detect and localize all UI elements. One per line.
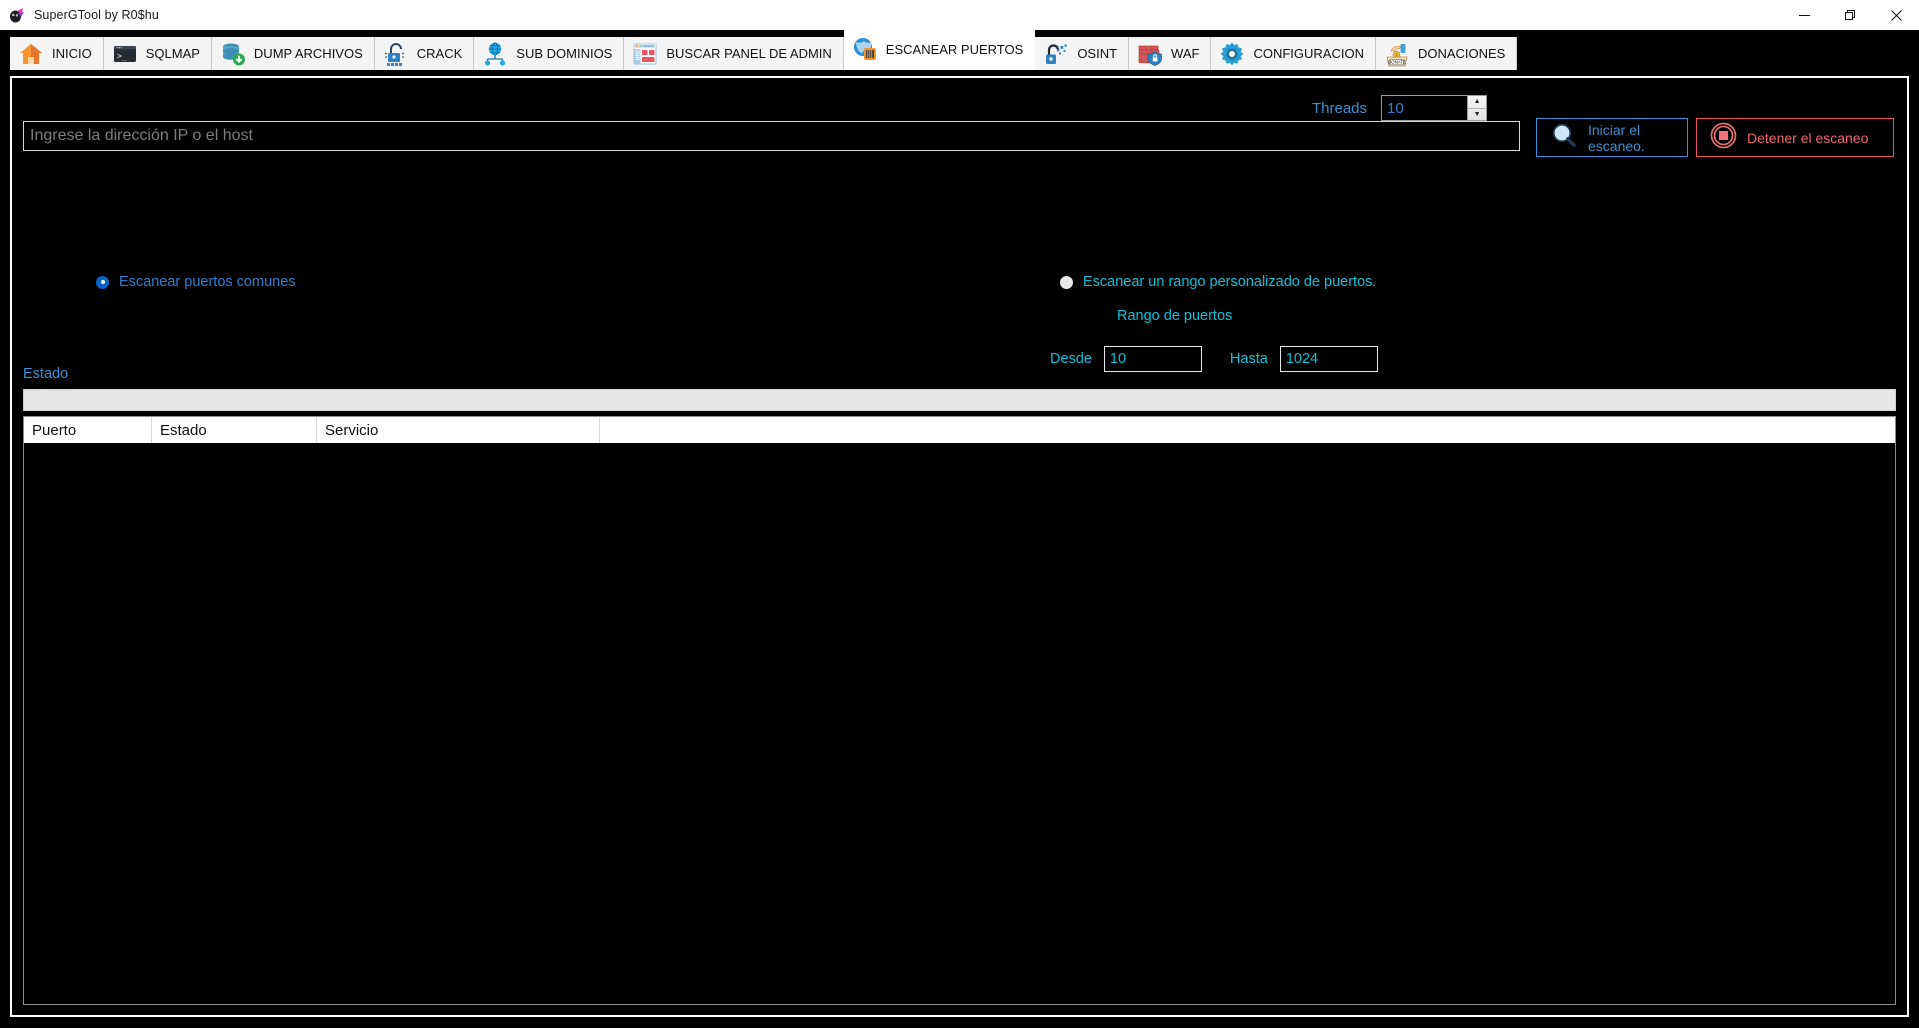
results-table: Puerto Estado Servicio [23,416,1896,1005]
threads-spinbox[interactable]: 10 ▲ ▼ [1381,95,1488,121]
stop-record-icon [1710,122,1737,154]
port-to-label: Hasta [1229,351,1268,367]
close-icon[interactable] [1873,0,1919,30]
port-range-controls: Desde 10 Hasta 1024 [1050,346,1378,372]
tab-dump-archivos[interactable]: DUMP ARCHIVOS [211,37,375,70]
window-title-bar: SuperGTool by R0$hu [0,0,1919,30]
start-scan-button[interactable]: Iniciar el escaneo. [1536,118,1688,157]
results-table-column-header[interactable]: Estado [152,417,317,443]
radio-selected-icon[interactable] [96,275,109,289]
tab-waf[interactable]: WAF [1129,37,1212,70]
port-range-title: Rango de puertos [1117,308,1233,324]
padlock-open-icon [383,41,409,67]
terminal-icon: >_ [112,41,138,67]
scan-progress-bar [23,389,1896,411]
tab-label: BUSCAR PANEL DE ADMIN [666,46,832,61]
restore-icon[interactable] [1827,0,1873,30]
app-logo-icon [9,7,26,24]
threads-input[interactable]: 10 [1382,96,1467,120]
threads-label: Threads [1312,99,1368,117]
tab-sqlmap[interactable]: >_ SQLMAP [103,37,212,70]
main-content-panel: Threads 10 ▲ ▼ Ingrese la dirección IP o… [10,76,1909,1017]
tab-label: DONACIONES [1417,46,1506,61]
home-icon [18,41,44,67]
donate-box-icon: $ DONATE [1384,41,1410,67]
tab-crack[interactable]: CRACK [374,37,475,70]
radio-common-label: Escanear puertos comunes [119,274,296,290]
tab-label: DUMP ARCHIVOS [253,46,363,61]
tab-osint[interactable]: OSINT [1035,37,1130,70]
magnifier-icon [1551,122,1578,154]
tab-label: CRACK [416,46,463,61]
stop-scan-label: Detener el escaneo [1747,129,1869,146]
tab-sub-dominios[interactable]: SUB DOMINIOS [474,37,625,70]
start-scan-label: Iniciar el escaneo. [1588,121,1645,154]
tab-label: SQLMAP [145,46,200,61]
tab-escanear-puertos[interactable]: ESCANEAR PUERTOS [843,30,1036,70]
port-from-label: Desde [1050,351,1092,367]
tab-label: SUB DOMINIOS [516,46,613,61]
results-table-body[interactable] [24,444,1895,1004]
stop-scan-button[interactable]: Detener el escaneo [1696,118,1894,157]
host-input[interactable]: Ingrese la dirección IP o el host [23,121,1520,151]
tab-configuracion[interactable]: CONFIGURACION [1211,37,1376,70]
tab-label: CONFIGURACION [1253,46,1364,61]
database-down-icon [220,41,246,67]
tab-label: ESCANEAR PUERTOS [885,41,1024,57]
window-title: SuperGTool by R0$hu [34,8,159,22]
results-table-header: Puerto Estado Servicio [24,417,1895,444]
threads-control: Threads 10 ▲ ▼ [1312,95,1488,121]
port-from-input[interactable]: 10 [1103,346,1202,372]
radio-unselected-icon[interactable] [1060,275,1073,289]
minimize-icon[interactable] [1781,0,1827,30]
browser-window-icon [632,41,658,67]
spinner-up-icon[interactable]: ▲ [1468,96,1487,109]
results-table-column-header[interactable] [600,417,1895,443]
firewall-icon [1137,41,1163,67]
svg-text:>_: >_ [117,51,127,60]
threads-spinner[interactable]: ▲ ▼ [1467,96,1487,121]
status-label: Estado [23,366,69,382]
results-table-column-header[interactable]: Puerto [24,417,152,443]
globe-scan-icon [852,36,878,62]
tab-label: OSINT [1077,46,1118,61]
tab-donaciones[interactable]: $ DONATE DONACIONES [1375,37,1518,70]
radio-scan-common-ports[interactable]: Escanear puertos comunes [96,274,296,290]
results-table-column-header[interactable]: Servicio [317,417,600,443]
radio-custom-label: Escanear un rango personalizado de puert… [1083,274,1377,290]
main-toolbar-tabs: INICIO >_ SQLMAP DUMP ARCHIVOS CRACK SUB… [0,30,1919,70]
svg-text:DONATE: DONATE [1388,59,1406,64]
spinner-down-icon[interactable]: ▼ [1468,109,1486,121]
radio-scan-custom-range[interactable]: Escanear un rango personalizado de puert… [1060,274,1376,290]
gear-icon [1219,41,1245,67]
tab-label: INICIO [52,46,92,61]
port-to-input[interactable]: 1024 [1279,346,1378,372]
tab-label: WAF [1171,46,1200,61]
tab-buscar-panel-de-admin[interactable]: BUSCAR PANEL DE ADMIN [624,37,844,70]
lock-data-icon [1043,41,1069,67]
window-controls [1781,0,1919,30]
tab-inicio[interactable]: INICIO [10,37,104,70]
globe-network-icon [482,41,508,67]
